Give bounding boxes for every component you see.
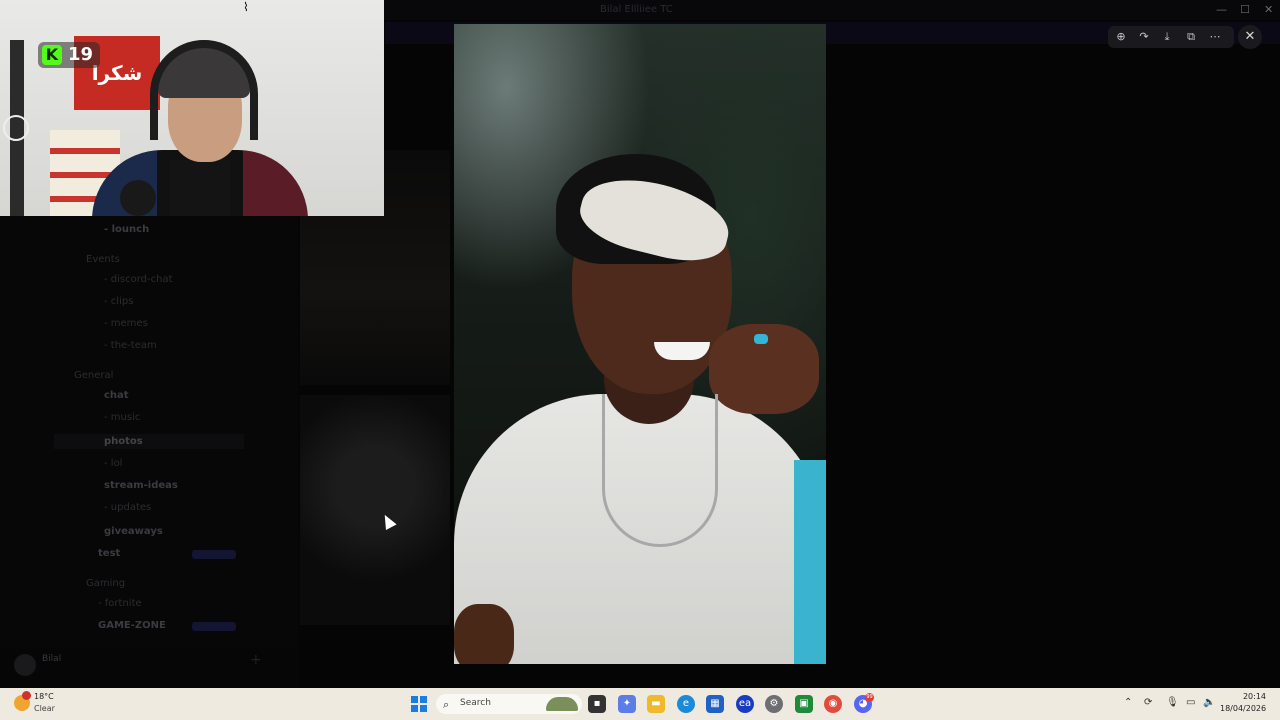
photo-chain xyxy=(602,394,718,547)
add-attachment-icon[interactable]: + xyxy=(250,652,450,674)
taskbar-search[interactable]: ⌕ Search xyxy=(436,694,582,714)
photo-nails xyxy=(754,334,768,344)
ea-icon[interactable]: ea xyxy=(736,695,754,713)
search-icon: ⌕ xyxy=(443,698,450,711)
kick-viewer-badge: K 19 xyxy=(38,42,100,68)
channel-item[interactable]: - lounch xyxy=(104,224,149,235)
username: Bilal xyxy=(42,654,62,664)
clock-time[interactable]: 20:14 xyxy=(1226,692,1266,701)
xbox-icon[interactable]: ▣ xyxy=(795,695,813,713)
webcam-overlay: شكرا ⌇ K 19 xyxy=(0,0,384,216)
channel-item[interactable]: - the-team xyxy=(104,340,157,351)
weather-temp[interactable]: 18°C xyxy=(34,692,54,701)
maximize-icon[interactable]: ☐ xyxy=(1240,3,1250,16)
start-icon[interactable] xyxy=(411,696,427,712)
channel-item[interactable]: - lol xyxy=(104,458,122,469)
channel-item[interactable]: giveaways xyxy=(104,526,163,537)
photo-blue-box xyxy=(794,460,826,664)
sync-icon[interactable]: ⟳ xyxy=(1144,697,1152,708)
folder-icon[interactable]: ▬ xyxy=(647,695,665,713)
window-close-icon[interactable]: ✕ xyxy=(1264,3,1273,16)
open-external-icon[interactable]: ⧉ xyxy=(1180,26,1202,48)
file-explorer-icon[interactable]: ▪ xyxy=(588,695,606,713)
channel-item[interactable]: - fortnite xyxy=(98,598,142,609)
more-icon[interactable]: ⋯ xyxy=(1204,26,1226,48)
viewer-count: 19 xyxy=(68,44,94,65)
download-icon[interactable]: ⤓ xyxy=(1156,26,1178,48)
channel-category[interactable]: Gaming xyxy=(86,578,125,589)
headphones-icon xyxy=(150,40,258,140)
zoom-in-icon[interactable]: ⊕ xyxy=(1110,26,1132,48)
forward-icon[interactable]: ↷ xyxy=(1133,26,1155,48)
channel-item[interactable]: - updates xyxy=(104,502,151,513)
microphone-tray-icon[interactable]: 🎙 xyxy=(1166,697,1179,708)
ring-light-icon xyxy=(3,115,29,141)
channel-item[interactable]: - memes xyxy=(104,318,148,329)
cable-icon: ⌇ xyxy=(243,0,249,14)
image-viewer-photo[interactable] xyxy=(454,24,826,664)
channel-item[interactable]: - music xyxy=(104,412,140,423)
minimize-icon[interactable]: — xyxy=(1216,3,1227,16)
streamer-shirt xyxy=(170,160,230,216)
copilot-icon[interactable]: ✦ xyxy=(618,695,636,713)
search-highlight-icon xyxy=(546,697,578,711)
search-input[interactable]: Search xyxy=(460,698,491,708)
discord-badge: 99 xyxy=(865,693,874,702)
channel-tag xyxy=(192,622,236,631)
chrome-icon[interactable]: ◉ xyxy=(824,695,842,713)
weather-badge xyxy=(22,691,31,700)
avatar[interactable] xyxy=(14,654,36,676)
channel-item[interactable]: GAME-ZONE xyxy=(98,620,166,631)
clock-date[interactable]: 18/04/2026 xyxy=(1220,704,1266,713)
network-icon[interactable]: ▭ xyxy=(1186,697,1195,708)
channel-category[interactable]: Events xyxy=(86,254,120,265)
window-title: Bilal Ellliiee TC xyxy=(600,4,673,15)
channel-item[interactable]: - discord-chat xyxy=(104,274,173,285)
photo-left-hand xyxy=(454,604,514,664)
edge-icon[interactable]: e xyxy=(677,695,695,713)
kick-logo-icon: K xyxy=(42,45,62,65)
channel-item-selected[interactable]: photos xyxy=(54,434,244,449)
channel-item[interactable]: - clips xyxy=(104,296,133,307)
channel-sidebar xyxy=(0,216,298,688)
channel-item[interactable]: test xyxy=(98,548,120,559)
volume-icon[interactable]: 🔈 xyxy=(1203,697,1215,708)
close-icon[interactable]: ✕ xyxy=(1238,25,1262,49)
taskbar xyxy=(0,688,1280,720)
chat-message-image[interactable] xyxy=(300,395,450,625)
channel-item[interactable]: chat xyxy=(104,390,129,401)
store-icon[interactable]: ▦ xyxy=(706,695,724,713)
channel-tag xyxy=(192,550,236,559)
weather-condition[interactable]: Clear xyxy=(34,704,55,713)
channel-category[interactable]: General xyxy=(74,370,113,381)
settings-icon[interactable]: ⚙ xyxy=(765,695,783,713)
channel-item[interactable]: stream-ideas xyxy=(104,480,178,491)
chevron-up-icon[interactable]: ⌃ xyxy=(1124,697,1132,708)
microphone-icon xyxy=(120,180,156,216)
